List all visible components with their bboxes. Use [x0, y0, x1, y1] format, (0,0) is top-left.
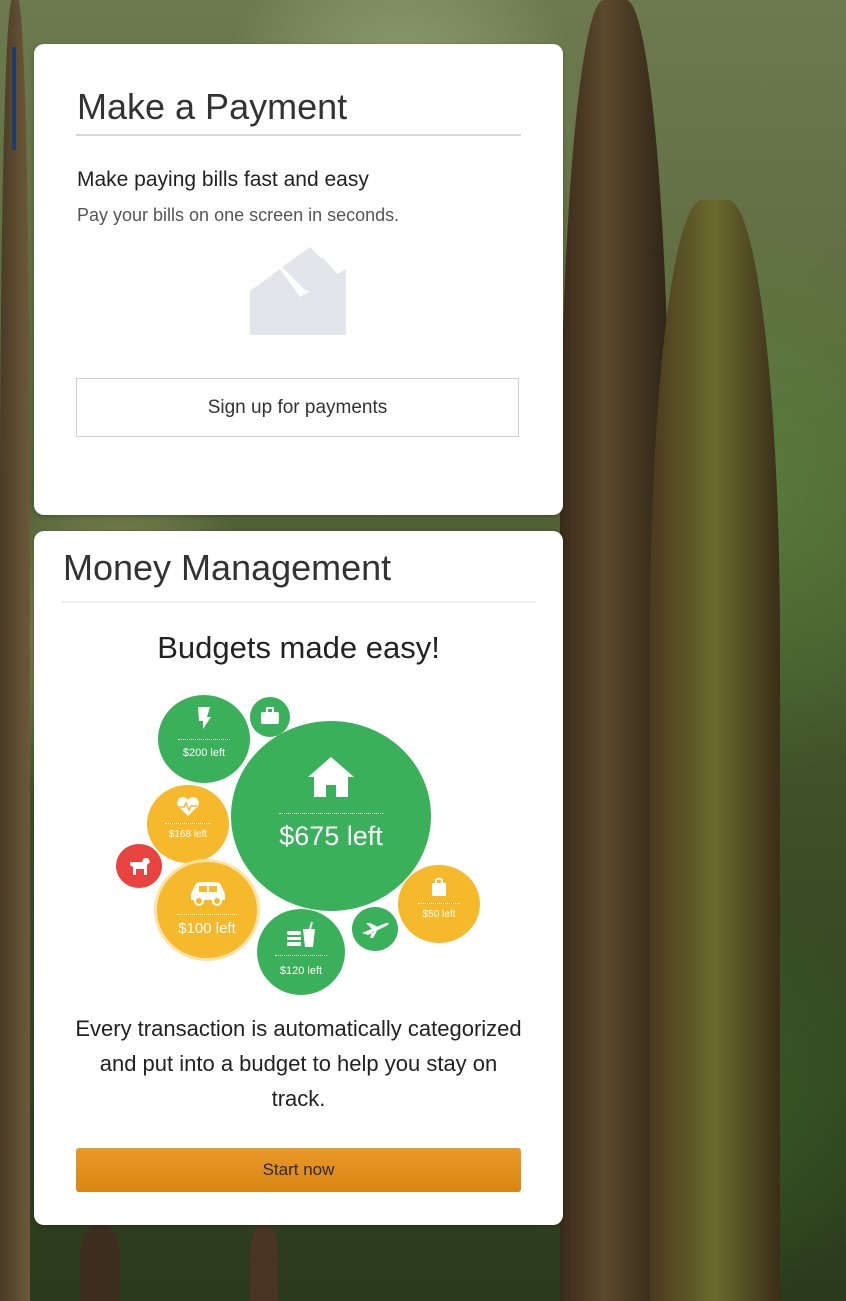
- budget-bubble-food: $120 left: [257, 909, 345, 995]
- heart-pulse-icon: [177, 797, 199, 816]
- card-title: Money Management: [63, 547, 392, 588]
- budget-amount: $120 left: [279, 965, 323, 977]
- lightbulb-icon: [198, 707, 211, 729]
- money-management-card: Money Management Budgets made easy! $675…: [34, 531, 563, 1225]
- bubble-divider: [177, 914, 237, 915]
- budget-bubbles: $675 left $200 left $168 left $100 left …: [108, 689, 488, 999]
- food-drink-icon: [287, 921, 315, 947]
- shopping-bag-icon: [432, 877, 446, 896]
- tree-trunk: [250, 1225, 278, 1301]
- budget-bubble-travel: [352, 907, 398, 951]
- car-icon: [191, 882, 225, 906]
- budget-bubble-housing: $675 left: [231, 721, 431, 911]
- bubble-divider: [178, 739, 230, 740]
- title-divider: [62, 601, 536, 603]
- house-icon: [308, 757, 354, 797]
- bubble-divider: [275, 955, 327, 956]
- budget-amount: $100 left: [178, 920, 236, 937]
- budget-amount: $168 left: [168, 829, 208, 840]
- make-payment-card: Make a Payment Make paying bills fast an…: [34, 44, 563, 515]
- budget-bubble-work: [250, 697, 290, 737]
- bubble-divider: [165, 823, 211, 824]
- bubble-divider: [279, 813, 383, 814]
- title-divider: [76, 134, 521, 136]
- budget-amount: $50 left: [422, 909, 456, 920]
- dog-icon: [130, 858, 150, 875]
- tagline: Budgets made easy!: [157, 630, 440, 665]
- bill-envelope-icon: [250, 247, 346, 335]
- card-description: Pay your bills on one screen in seconds.: [77, 205, 400, 225]
- tree-trunk: [650, 200, 780, 1301]
- budget-bubble-shopping: $50 left: [398, 865, 480, 943]
- side-tab-edge: [12, 47, 16, 150]
- budget-bubble-health: $168 left: [147, 785, 229, 863]
- budget-amount: $675 left: [279, 821, 383, 851]
- budget-amount: $200 left: [182, 747, 226, 759]
- budget-bubble-auto: $100 left: [154, 859, 260, 961]
- tree-trunk: [0, 0, 30, 1301]
- start-now-button[interactable]: Start now: [76, 1148, 521, 1192]
- card-title: Make a Payment: [77, 86, 348, 127]
- sign-up-payments-button[interactable]: Sign up for payments: [76, 378, 519, 437]
- airplane-icon: [362, 922, 389, 938]
- tree-trunk: [80, 1225, 120, 1301]
- budget-bubble-pets: [116, 844, 162, 888]
- card-subtitle: Make paying bills fast and easy: [77, 168, 369, 191]
- budget-bubble-utilities: $200 left: [158, 695, 250, 783]
- briefcase-icon: [261, 707, 279, 724]
- card-description: Every transaction is automatically categ…: [75, 1016, 522, 1111]
- bubble-divider: [418, 903, 460, 904]
